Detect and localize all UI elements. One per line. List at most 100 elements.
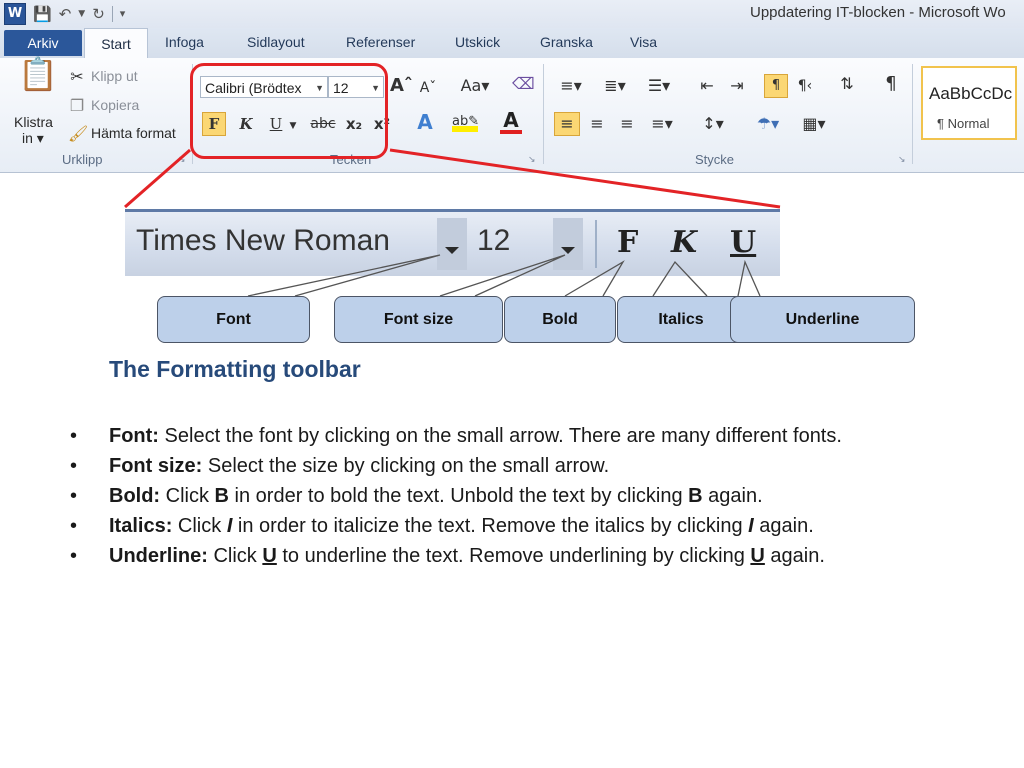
list-item: • Italics: Click I in order to italicize… [70,514,930,539]
list-item: • Font size: Select the size by clicking… [70,454,930,479]
dialog-launcher-icon[interactable]: ↘ [178,155,186,165]
bullet-icon: • [70,455,78,477]
tab-arkiv[interactable]: Arkiv [4,30,82,56]
tab-visa[interactable]: Visa [630,34,657,50]
list-item: • Bold: Click B in order to bold the tex… [70,484,930,509]
callout-font: Font [157,296,310,343]
shrink-font-icon[interactable]: Aˇ [418,78,438,98]
bold-key: B [214,485,229,507]
grow-font-icon[interactable]: Aˆ [390,76,413,96]
underline-key: U [750,545,765,567]
bullets-icon[interactable]: ≡▾ [556,76,586,96]
change-case-icon[interactable]: Aa▾ [458,76,492,96]
align-center-icon[interactable]: ≡ [586,114,608,134]
callout-font-size: Font size [334,296,503,343]
divider [111,6,113,22]
paste-button[interactable]: Klistra in ▾ [14,114,53,146]
copy-button[interactable]: Kopiera [91,97,139,113]
bullet-text: Click [207,545,263,567]
bullet-term: Font: [109,425,159,447]
highlight-color-icon[interactable]: ab✎ [452,112,479,132]
word-app-icon[interactable]: W [4,3,26,25]
callout-bold: Bold [504,296,616,343]
redo-icon[interactable]: ↻ [92,4,105,24]
show-formatting-icon[interactable]: ¶ [880,74,902,94]
bullet-text: Select the size by clicking on the small… [202,455,610,477]
bullet-term: Bold: [109,485,161,507]
bullet-term: Font size: [109,455,203,477]
format-painter-button[interactable]: Hämta format [91,125,176,141]
list-item: • Underline: Click U to underline the te… [70,544,930,569]
quick-access-toolbar: W 💾 ↶ ▼ ↻ ▾ [4,3,125,25]
clipboard-icon[interactable]: 📋 [18,58,58,104]
bullet-list: • Font: Select the font by clicking on t… [70,424,930,574]
undo-icon[interactable]: ↶ [59,4,72,24]
bullet-text: to underline the text. Remove underlinin… [276,545,751,567]
align-right-icon[interactable]: ≡ [616,114,638,134]
title-bar: W 💾 ↶ ▼ ↻ ▾ Uppdatering IT-blocken - Mic… [0,0,1024,28]
ltr-icon[interactable]: ¶ [764,74,788,98]
bullet-text: Select the font by clicking on the small… [158,425,842,447]
zoom-font-dropdown[interactable] [437,218,467,270]
divider [912,64,913,164]
zoom-bold-button[interactable]: F [617,226,638,260]
zoom-underline-button[interactable]: U [730,226,756,260]
font-color-icon[interactable]: A [500,110,522,134]
save-icon[interactable]: 💾 [33,4,52,24]
align-left-icon[interactable]: ≡ [554,112,580,136]
bullet-text: again. [702,485,763,507]
divider [543,64,544,164]
bullet-icon: • [70,515,78,537]
paste-label: Klistra [14,114,53,130]
dialog-launcher-icon[interactable]: ↘ [528,155,536,165]
zoom-italic-button[interactable]: K [671,226,697,260]
borders-icon[interactable]: ▦▾ [798,114,830,134]
bullet-text: Click [172,515,227,537]
underline-key: U [262,545,277,567]
decrease-indent-icon[interactable]: ⇤ [696,76,718,96]
bullet-icon: • [70,545,78,567]
line-spacing-icon[interactable]: ↕▾ [698,114,728,134]
ribbon: 📋 Klistra in ▾ ✂ Klipp ut ❐ Kopiera 🖌 Hä… [0,58,1024,173]
numbering-icon[interactable]: ≣▾ [600,76,630,96]
zoom-font-name: Times New Roman [136,224,390,257]
clear-formatting-icon[interactable]: ⌫ [512,74,535,94]
tab-infoga[interactable]: Infoga [165,34,204,50]
group-label-urklipp: Urklipp [62,152,103,167]
customize-qat-icon[interactable]: ▾ [120,4,126,24]
text-effects-icon[interactable]: A [414,112,436,132]
zoom-size-dropdown[interactable] [553,218,583,270]
multilevel-list-icon[interactable]: ☰▾ [644,76,674,96]
copy-icon: ❐ [69,96,85,115]
increase-indent-icon[interactable]: ⇥ [726,76,748,96]
style-normal[interactable]: AaBbCcDc ¶ Normal [921,66,1017,140]
bullet-text: in order to italicize the text. Remove t… [232,515,749,537]
cut-button[interactable]: Klipp ut [91,68,138,84]
style-sample: AaBbCcDc [929,84,1013,103]
paste-label-sub: in ▾ [22,130,44,146]
bullet-term: Underline: [109,545,208,567]
dialog-launcher-icon[interactable]: ↘ [898,155,906,165]
zoom-font-size: 12 [477,224,511,257]
rtl-icon[interactable]: ¶‹ [794,76,816,96]
format-painter-icon: 🖌 [68,124,89,143]
bullet-term: Italics: [109,515,173,537]
list-item: • Font: Select the font by clicking on t… [70,424,930,449]
callout-italics: Italics [617,296,745,343]
bullet-icon: • [70,425,78,447]
zoomed-formatting-toolbar: Times New Roman 12 F K U [125,209,780,276]
tab-start[interactable]: Start [84,28,148,60]
scissors-icon: ✂ [70,67,84,86]
tab-referenser[interactable]: Referenser [346,34,415,50]
sort-icon[interactable]: ⇅ [836,74,858,94]
dropdown-arrow-icon[interactable]: ▼ [78,4,85,24]
chevron-down-icon [445,247,459,254]
style-name: ¶ Normal [937,116,990,131]
tab-utskick[interactable]: Utskick [455,34,500,50]
justify-icon[interactable]: ≡▾ [646,114,678,134]
shading-icon[interactable]: ☂▾ [752,114,784,134]
tab-granska[interactable]: Granska [540,34,593,50]
tab-sidlayout[interactable]: Sidlayout [247,34,305,50]
group-label-stycke: Stycke [695,152,735,167]
bullet-text: Click [160,485,215,507]
